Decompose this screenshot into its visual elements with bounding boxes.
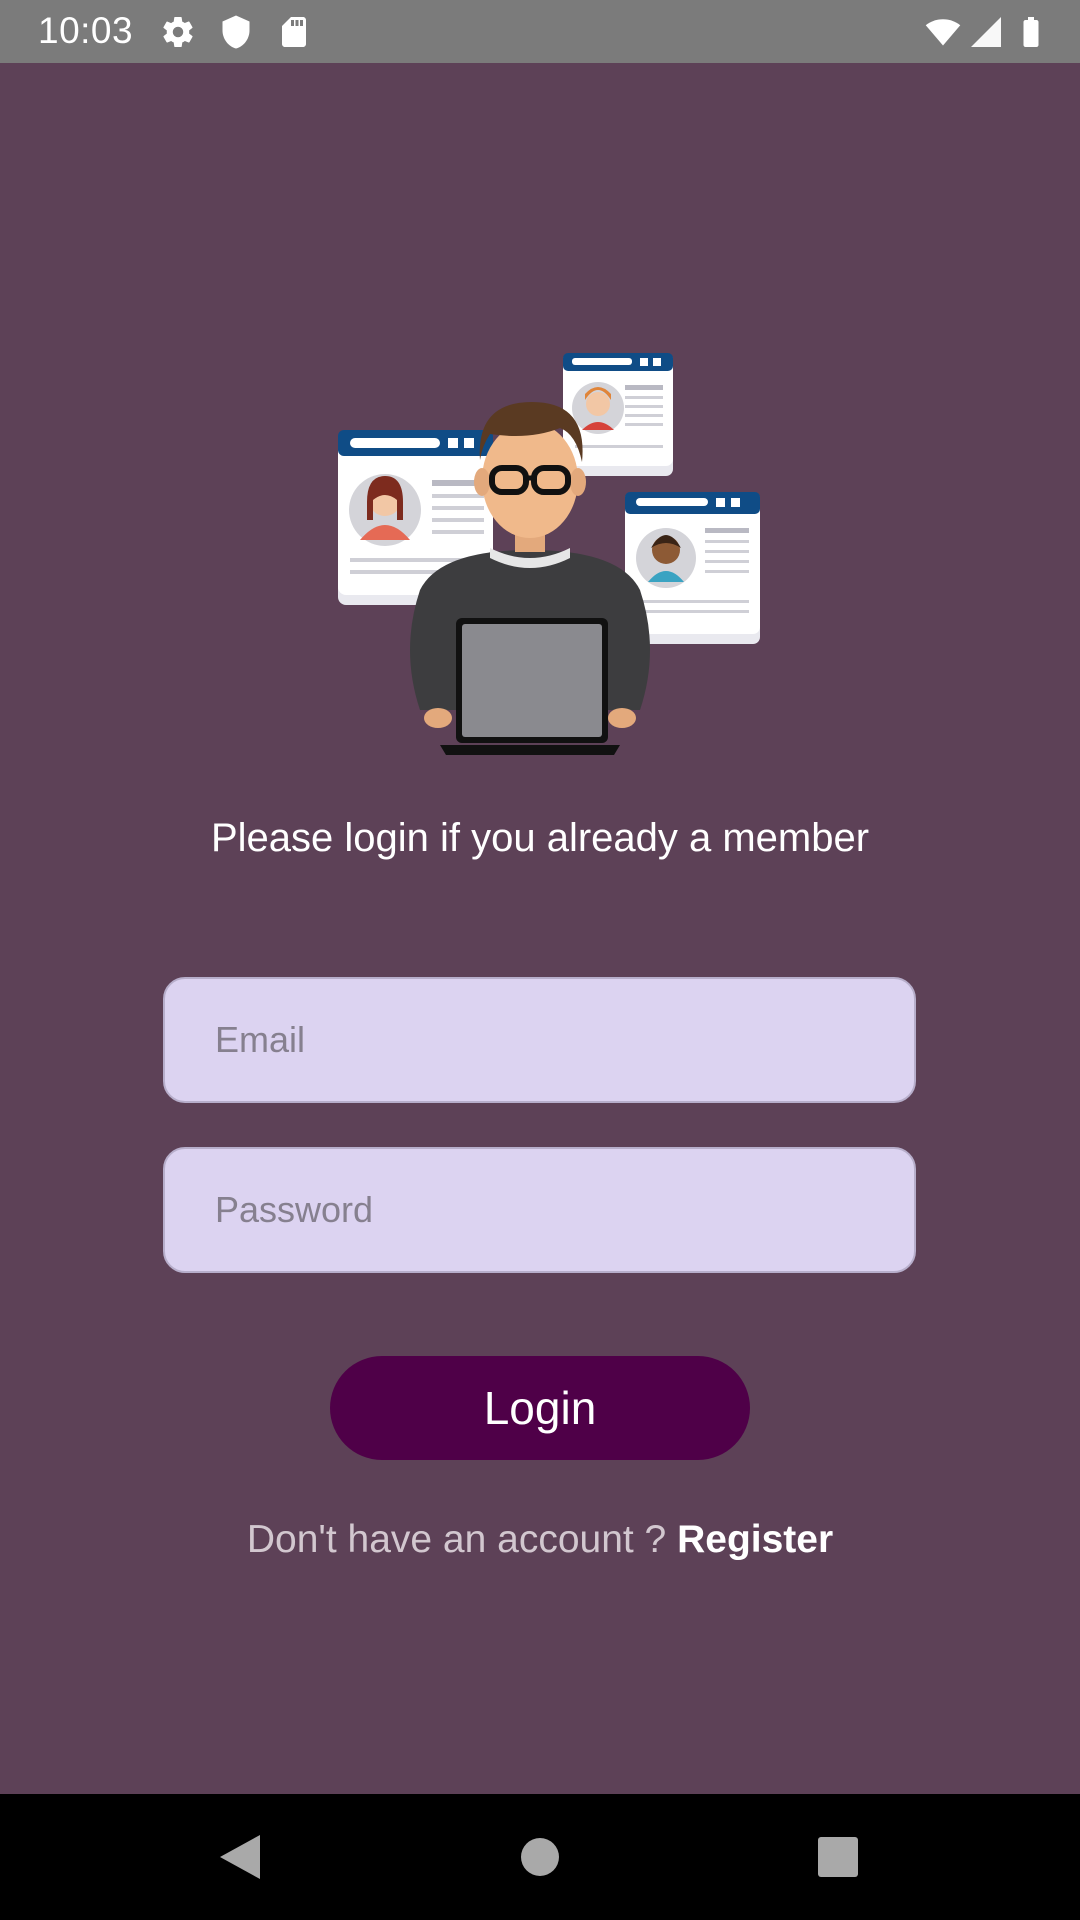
settings-icon	[163, 17, 193, 48]
shield-icon	[222, 15, 250, 49]
user-with-laptop-and-profiles-illustration	[338, 353, 760, 755]
register-link[interactable]: Register	[677, 1518, 833, 1561]
profile-card-top-icon	[563, 353, 673, 476]
status-bar: 10:03	[0, 0, 1080, 63]
login-screen: 10:03 Please login if you already a memb…	[0, 0, 1080, 1920]
back-icon[interactable]	[210, 1827, 270, 1887]
navigation-bar	[0, 1794, 1080, 1920]
recents-icon[interactable]	[808, 1827, 868, 1887]
email-field[interactable]	[163, 977, 916, 1103]
register-prompt: Don't have an account ?	[246, 1518, 678, 1561]
wifi-icon	[925, 19, 961, 46]
password-field[interactable]	[163, 1147, 916, 1273]
sd-card-icon	[282, 17, 306, 47]
login-headline: Please login if you already a member	[210, 816, 870, 860]
register-row: Don't have an account ? Register	[0, 1518, 1080, 1562]
status-time: 10:03	[38, 10, 134, 51]
login-button[interactable]: Login	[330, 1356, 750, 1460]
home-icon[interactable]	[510, 1827, 570, 1887]
signal-icon	[971, 17, 1001, 47]
battery-icon	[1023, 17, 1039, 47]
